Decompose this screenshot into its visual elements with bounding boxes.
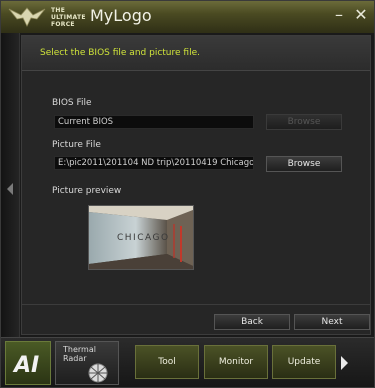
thermal-radar-button[interactable]: Thermal Radar <box>55 341 119 385</box>
ai-logo-icon[interactable]: AI <box>5 341 51 385</box>
bios-file-field[interactable]: Current BIOS <box>54 115 254 129</box>
tab-update[interactable]: Update <box>272 345 336 379</box>
tab-monitor[interactable]: Monitor <box>204 345 268 379</box>
instruction-text: Select the BIOS file and picture file. <box>40 48 200 58</box>
thermal-radar-icon <box>88 363 108 383</box>
instruction-bar: Select the BIOS file and picture file. <box>22 36 370 71</box>
left-arrow-icon[interactable] <box>7 183 13 195</box>
thermal-radar-label: Thermal Radar <box>63 345 96 363</box>
footer-divider <box>22 304 370 305</box>
right-arrow-icon[interactable] <box>341 356 348 370</box>
brand-line-3: FORCE <box>51 21 75 28</box>
brand-line-2: ULTIMATE <box>51 14 86 21</box>
content-panel: Select the BIOS file and picture file. B… <box>21 35 371 335</box>
tab-tool[interactable]: Tool <box>135 345 199 379</box>
eagle-logo-icon <box>8 7 46 27</box>
picture-file-field[interactable]: E:\pic2011\201104 ND trip\20110419 Chica… <box>54 156 254 170</box>
ai-logo-mark: AI <box>12 353 39 378</box>
picture-preview-image: CHICAGO <box>88 205 194 270</box>
preview-sign-text: CHICAGO <box>117 233 170 243</box>
left-nav-strip <box>1 33 20 338</box>
bios-file-label: BIOS File <box>52 98 92 108</box>
close-button[interactable]: ✕ <box>353 6 369 24</box>
title-bar[interactable]: THE ULTIMATE FORCE MyLogo – ✕ <box>1 1 374 33</box>
picture-browse-button[interactable]: Browse <box>266 156 342 172</box>
picture-preview-label: Picture preview <box>52 186 122 196</box>
picture-file-label: Picture File <box>52 140 101 150</box>
next-button[interactable]: Next <box>294 314 370 330</box>
brand-tagline: THE ULTIMATE FORCE <box>51 7 86 28</box>
brand-line-1: THE <box>51 7 66 14</box>
mylogo-window: THE ULTIMATE FORCE MyLogo – ✕ Select the… <box>0 0 375 388</box>
bios-browse-button[interactable]: Browse <box>266 114 342 130</box>
back-button[interactable]: Back <box>214 314 290 330</box>
bottom-dock: AI Thermal Radar Tool Monitor Update <box>1 337 374 387</box>
window-title: MyLogo <box>90 6 152 25</box>
ai-logo-text: AI <box>12 353 39 378</box>
minimize-button[interactable]: – <box>331 6 347 24</box>
